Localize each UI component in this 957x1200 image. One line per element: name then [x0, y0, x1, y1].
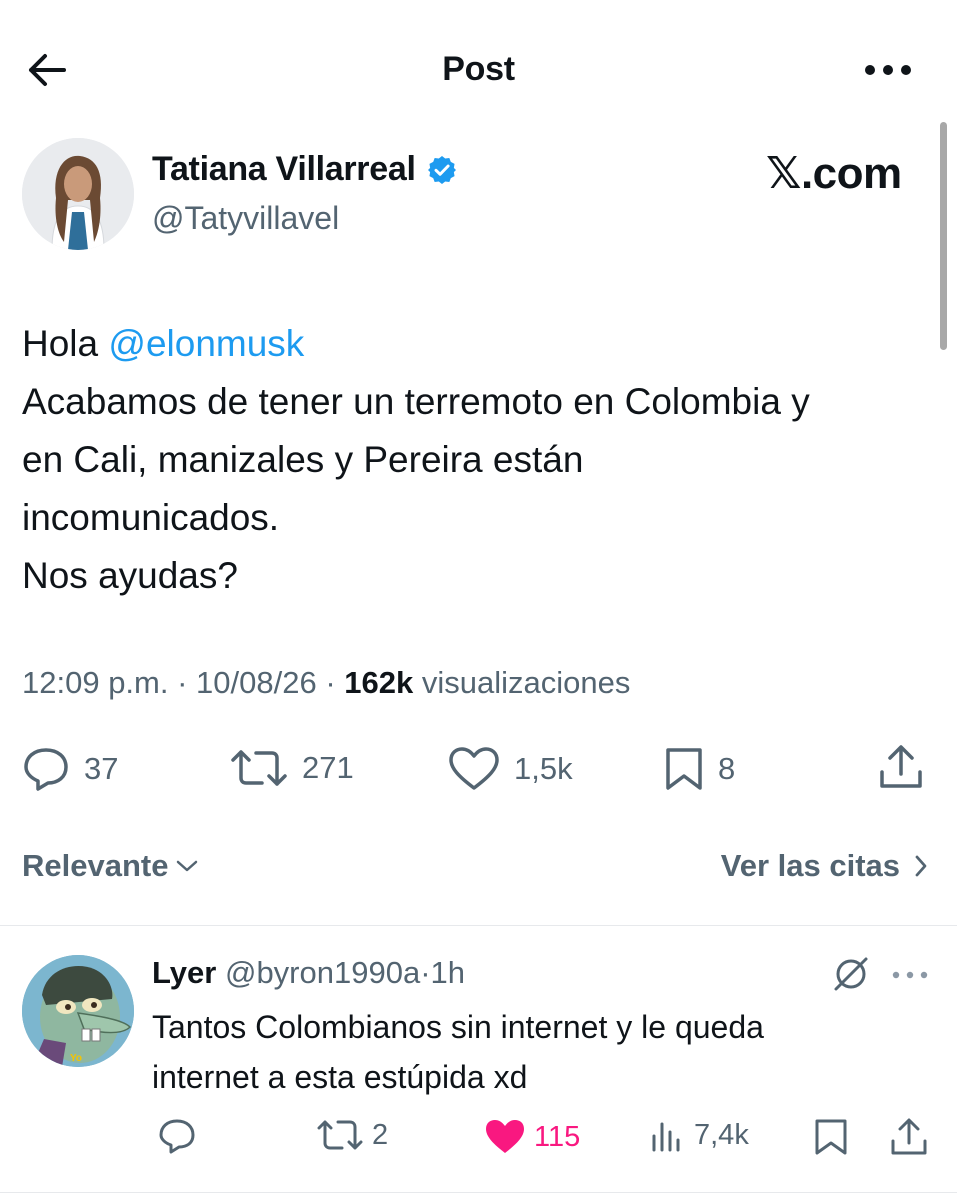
bar-chart-icon	[652, 1122, 680, 1152]
bookmark-count: 8	[718, 751, 736, 786]
chevron-right-icon	[915, 855, 927, 877]
reply-reply-button[interactable]	[158, 1118, 204, 1154]
view-quotes-link[interactable]: Ver las citas	[721, 848, 928, 884]
mention-link[interactable]: @elonmusk	[108, 323, 304, 364]
speech-bubble-icon	[24, 748, 68, 791]
author-avatar[interactable]	[22, 138, 134, 250]
verified-badge-icon	[427, 155, 456, 184]
grok-icon	[834, 957, 868, 991]
author-name-row: Tatiana Villarreal	[152, 150, 458, 189]
post-meta: 12:09 p.m. · 10/08/26 · 162k visualizaci…	[22, 665, 630, 701]
bookmark-button[interactable]: 8	[664, 746, 735, 792]
reply-avatar[interactable]: Yo	[22, 955, 134, 1067]
reply-line: Tantos Colombianos sin internet y le que…	[152, 1009, 764, 1045]
reply-repost-count: 2	[372, 1118, 389, 1151]
like-count: 1,5k	[514, 751, 573, 786]
post-text-prefix: Hola	[22, 323, 109, 364]
reply-time[interactable]: 1h	[431, 955, 465, 990]
reply-bookmark-button[interactable]	[814, 1118, 848, 1156]
bottom-divider	[0, 1192, 957, 1193]
author-name[interactable]: Tatiana Villarreal	[152, 150, 416, 189]
post-line: en Cali, manizales y Pereira están	[22, 439, 584, 480]
top-bar: Post	[0, 0, 957, 140]
views-count[interactable]: 162k	[344, 665, 413, 700]
meta-separator: ·	[177, 665, 197, 700]
reply-like-button[interactable]: 115	[484, 1118, 580, 1156]
repost-count: 271	[302, 750, 354, 785]
post-time[interactable]: 12:09 p.m.	[22, 665, 168, 700]
post-body: Hola @elonmusk Acabamos de tener un terr…	[22, 315, 942, 605]
chevron-down-icon	[177, 860, 198, 872]
more-horizontal-icon	[865, 65, 911, 75]
author-handle[interactable]: @Tatyvillavel	[152, 200, 339, 237]
reply-line: internet a esta estúpida xd	[152, 1059, 528, 1095]
meta-separator: ·	[420, 955, 431, 990]
views-label[interactable]: visualizaciones	[422, 665, 631, 700]
share-button[interactable]	[878, 744, 924, 790]
like-button[interactable]: 1,5k	[448, 746, 573, 792]
page-title: Post	[442, 50, 515, 88]
heart-icon	[449, 747, 499, 790]
reply-button[interactable]: 37	[22, 746, 118, 792]
watermark-logo: 𝕏.com	[766, 149, 902, 198]
repost-arrows-icon	[231, 750, 287, 786]
meta-separator: ·	[325, 665, 345, 700]
reply-share-button[interactable]	[890, 1118, 928, 1156]
reply-body: Tantos Colombianos sin internet y le que…	[152, 1002, 932, 1102]
more-options-button[interactable]	[858, 52, 918, 88]
reply-author-handle[interactable]: @byron1990a	[225, 955, 420, 990]
reply-count: 37	[84, 751, 119, 786]
view-quotes-label: Ver las citas	[720, 848, 900, 883]
avatar-caption: Yo	[70, 1053, 82, 1064]
reply-header: Lyer @byron1990a·1h	[152, 955, 465, 991]
sort-dropdown[interactable]: Relevante	[22, 848, 198, 884]
post-line: Nos ayudas?	[22, 555, 238, 596]
share-upload-icon	[891, 1118, 927, 1155]
speech-bubble-icon	[159, 1119, 195, 1154]
bookmark-icon	[815, 1119, 847, 1155]
heart-icon	[486, 1120, 524, 1153]
share-upload-icon	[880, 745, 922, 788]
post-line: Hola @elonmusk	[22, 315, 942, 373]
repost-arrows-icon	[317, 1120, 363, 1150]
sort-label: Relevante	[22, 848, 169, 883]
section-divider	[0, 925, 957, 926]
post-line: Acabamos de tener un terremoto en Colomb…	[22, 381, 810, 422]
reply-repost-button[interactable]: 2	[316, 1118, 388, 1152]
reply-more-button[interactable]	[890, 960, 930, 990]
bookmark-icon	[666, 748, 702, 790]
repost-button[interactable]: 271	[230, 748, 354, 788]
post-date[interactable]: 10/08/26	[196, 665, 317, 700]
reply-author-name[interactable]: Lyer	[152, 955, 216, 990]
reply-views-button[interactable]: 7,4k	[650, 1118, 749, 1152]
grok-button[interactable]	[832, 955, 870, 993]
post-line: incomunicados.	[22, 497, 280, 538]
reply-like-count: 115	[534, 1120, 581, 1153]
more-horizontal-icon	[892, 971, 928, 979]
reply-views-count: 7,4k	[694, 1118, 749, 1151]
replies-filter-row: Relevante Ver las citas	[22, 848, 928, 892]
